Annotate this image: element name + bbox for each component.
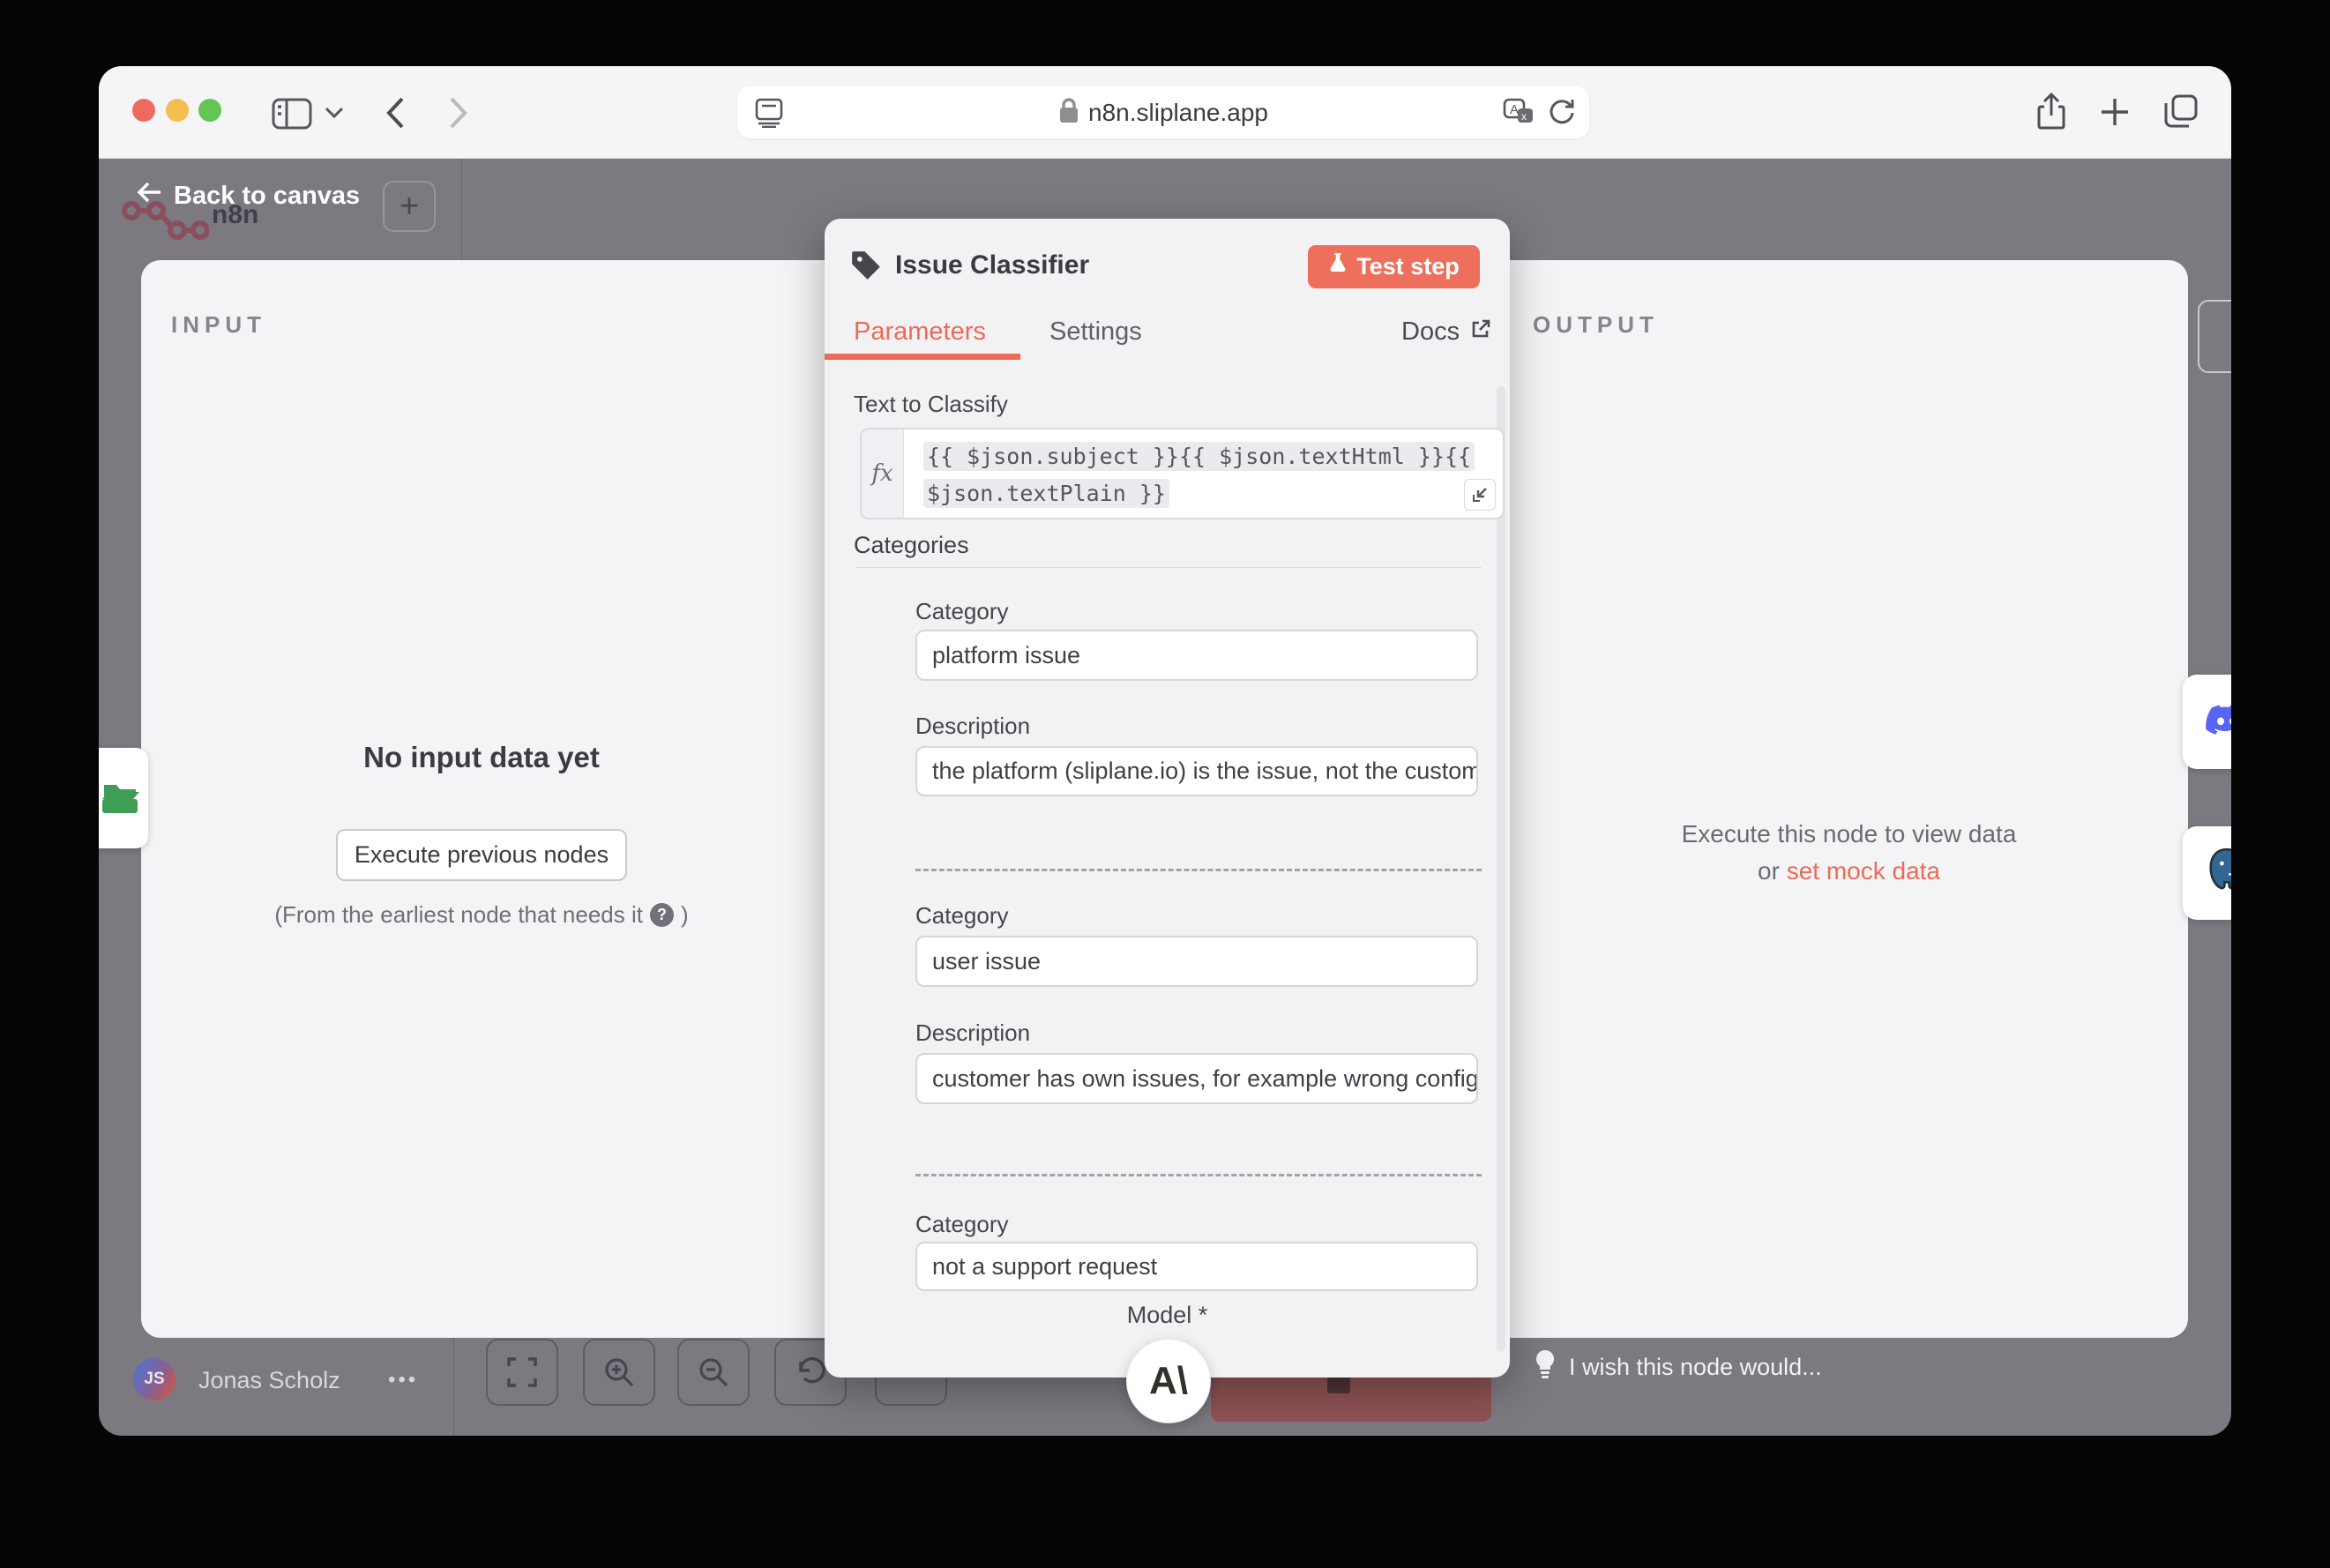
header-divider [461,159,462,260]
expression-editor[interactable]: fx {{ $json.subject }}{{ $json.textHtml … [860,428,1505,519]
input-panel-label: INPUT [171,311,266,339]
new-tab-icon[interactable] [2099,96,2131,128]
svg-text:A: A [1510,102,1519,117]
output-empty-line1: Execute this node to view data [1510,820,2188,848]
categories-label: Categories [854,532,969,559]
external-link-icon [1470,317,1491,347]
expand-expression-icon[interactable] [1464,479,1496,511]
run-selector-cut[interactable] [2198,300,2231,373]
execute-previous-nodes-button[interactable]: Execute previous nodes [336,829,627,881]
url-bar[interactable]: n8n.sliplane.app A x [737,86,1589,138]
add-node-button[interactable]: + [383,181,436,232]
browser-window: n8n.sliplane.app A x [99,66,2231,1436]
test-step-button[interactable]: Test step [1308,245,1480,288]
postgres-node-tab[interactable] [2183,826,2231,920]
flask-icon [1328,252,1348,281]
input-empty-state: No input data yet Execute previous nodes… [141,741,822,929]
arrow-left-icon [137,181,163,211]
category-input-2[interactable]: user issue [915,936,1478,987]
minimize-window-button[interactable] [166,99,189,122]
category-label: Category [915,902,1009,930]
description-input-2[interactable]: customer has own issues, for example wro… [915,1053,1478,1104]
description-label: Description [915,1019,1030,1047]
url-text: n8n.sliplane.app [1088,99,1268,127]
zoom-window-button[interactable] [198,99,221,122]
zoom-out-button[interactable] [677,1339,750,1406]
discord-icon [2202,698,2231,748]
fit-view-button[interactable] [486,1339,558,1406]
output-empty-state: Execute this node to view data or set mo… [1510,820,2188,885]
back-to-canvas-link[interactable]: Back to canvas [137,181,360,211]
chevron-down-icon[interactable] [325,107,344,119]
node-settings-modal: Issue Classifier Test step Parameters Se… [825,219,1510,1378]
expression-line1: {{ $json.subject }}{{ $json.textHtml }}{… [923,442,1475,471]
fx-gutter: fx [862,429,904,518]
description-label: Description [915,713,1030,740]
sidebar-toggle-icon[interactable] [272,98,312,130]
translate-icon[interactable]: A x [1503,98,1535,126]
category-input-3[interactable]: not a support request [915,1242,1478,1291]
tab-overview-icon[interactable] [2162,93,2199,130]
item-divider [915,869,1482,871]
input-hint: (From the earliest node that needs it ? … [141,901,822,929]
category-label: Category [915,598,1009,625]
avatar[interactable]: JS [133,1358,175,1400]
zoom-in-button[interactable] [583,1339,655,1406]
categories-rule [855,567,1482,568]
browser-chrome: n8n.sliplane.app A x [99,66,2231,159]
tab-settings[interactable]: Settings [1049,317,1142,347]
text-to-classify-label: Text to Classify [854,391,1008,418]
description-input-1[interactable]: the platform (sliplane.io) is the issue,… [915,746,1478,796]
anthropic-logo-icon: A\ [1149,1359,1188,1403]
anthropic-logo-badge[interactable]: A\ [1126,1339,1211,1423]
tab-parameters[interactable]: Parameters [854,317,986,347]
user-menu-dots[interactable]: ••• [388,1368,418,1393]
reload-icon[interactable] [1547,97,1575,127]
lightbulb-icon [1534,1349,1557,1385]
tag-icon [849,249,883,287]
expression-line2: $json.textPlain }} [923,479,1169,508]
forward-button[interactable] [448,95,469,131]
category-input-1[interactable]: platform issue [915,630,1478,681]
feedback-link[interactable]: I wish this node would... [1534,1349,1822,1385]
share-icon[interactable] [2035,93,2067,131]
folder-node-icon [101,780,139,821]
bottom-bar-divider [453,1338,454,1436]
close-window-button[interactable] [132,99,155,122]
set-mock-data-link[interactable]: set mock data [1787,857,1940,885]
modal-scrollbar[interactable] [1497,386,1505,1352]
back-button[interactable] [385,95,406,131]
docs-link[interactable]: Docs [1401,317,1491,347]
discord-node-tab[interactable] [2183,675,2231,769]
postgres-icon [2204,847,2231,901]
lock-icon [1058,97,1079,128]
help-icon[interactable]: ? [650,903,674,927]
output-panel-label: OUTPUT [1533,311,1659,339]
active-tab-underline [825,354,1020,360]
modal-title: Issue Classifier [895,250,1089,280]
item-divider [915,1174,1482,1176]
input-node-tab[interactable] [99,748,148,848]
svg-text:x: x [1521,110,1527,123]
category-label: Category [915,1211,1009,1238]
model-label: Model * [825,1302,1510,1329]
user-name: Jonas Scholz [198,1367,340,1394]
input-empty-title: No input data yet [141,741,822,774]
